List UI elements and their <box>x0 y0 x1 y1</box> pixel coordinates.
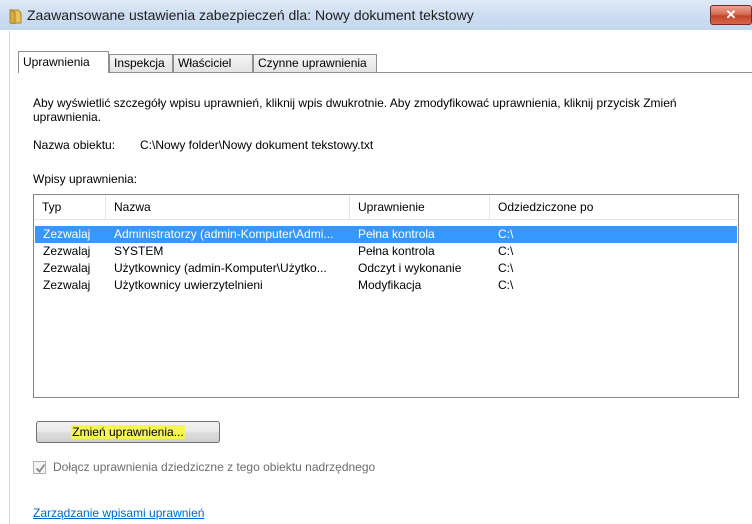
object-name-label: Nazwa obiektu: <box>33 138 116 152</box>
cell-permission: Pełna kontrola <box>358 227 435 241</box>
column-header-name[interactable]: Nazwa <box>106 195 350 219</box>
permission-entries-list[interactable]: Typ Nazwa Uprawnienie Odziedziczone po Z… <box>33 194 739 398</box>
table-row[interactable]: Zezwalaj Użytkownicy uwierzytelnieni Mod… <box>35 277 737 294</box>
cell-inherited: C:\ <box>498 278 514 292</box>
description-text: Aby wyświetlić szczegóły wpisu uprawnień… <box>33 96 677 124</box>
title-bar[interactable]: Zaawansowane ustawienia zabezpieczeń dla… <box>0 0 752 30</box>
cell-permission: Odczyt i wykonanie <box>358 261 462 275</box>
cell-permission: Pełna kontrola <box>358 244 435 258</box>
column-header-type[interactable]: Typ <box>34 195 106 219</box>
window-border <box>9 31 10 524</box>
cell-name: Administratorzy (admin-Komputer\Admi... <box>114 227 334 241</box>
cell-name: Użytkownicy (admin-Komputer\Użytko... <box>114 261 327 275</box>
cell-type: Zezwalaj <box>43 261 91 275</box>
tab-uprawnienia[interactable]: Uprawnienia <box>18 51 109 73</box>
inherit-permissions-checkbox[interactable] <box>33 461 46 474</box>
manage-entries-link[interactable]: Zarządzanie wpisami uprawnień <box>33 506 204 520</box>
cell-name: SYSTEM <box>114 244 164 258</box>
close-icon: ✕ <box>725 7 737 22</box>
checkmark-icon <box>35 463 46 473</box>
object-name-value: C:\Nowy folder\Nowy dokument tekstowy.tx… <box>140 138 374 152</box>
table-row[interactable]: Zezwalaj Administratorzy (admin-Komputer… <box>35 226 737 243</box>
object-name-row: Nazwa obiektu: C:\Nowy folder\Nowy dokum… <box>33 138 373 152</box>
cell-type: Zezwalaj <box>43 278 91 292</box>
change-permissions-label: Zmień uprawnienia... <box>71 425 185 439</box>
close-button[interactable]: ✕ <box>710 5 752 25</box>
cell-inherited: C:\ <box>498 227 514 241</box>
tab-czynne-uprawnienia[interactable]: Czynne uprawnienia <box>253 54 377 72</box>
table-row[interactable]: Zezwalaj SYSTEM Pełna kontrola C:\ <box>35 243 737 260</box>
cell-type: Zezwalaj <box>43 244 91 258</box>
tab-label: Czynne uprawnienia <box>258 56 367 70</box>
cell-type: Zezwalaj <box>43 227 91 241</box>
column-header-permission[interactable]: Uprawnienie <box>350 195 490 219</box>
entries-label: Wpisy uprawnienia: <box>33 172 138 186</box>
tab-wlasciciel[interactable]: Właściciel <box>173 54 253 72</box>
cell-permission: Modyfikacja <box>358 278 422 292</box>
window-title: Zaawansowane ustawienia zabezpieczeń dla… <box>27 7 474 23</box>
cell-inherited: C:\ <box>498 244 514 258</box>
cell-inherited: C:\ <box>498 261 514 275</box>
column-header-inherited[interactable]: Odziedziczone po <box>490 195 738 219</box>
change-permissions-button[interactable]: Zmień uprawnienia... <box>36 421 220 443</box>
tab-label: Uprawnienia <box>23 55 90 69</box>
list-header: Typ Nazwa Uprawnienie Odziedziczone po <box>34 195 738 220</box>
tab-inspekcja[interactable]: Inspekcja <box>109 54 173 72</box>
folder-icon <box>9 8 23 25</box>
tab-label: Inspekcja <box>114 56 165 70</box>
tab-label: Właściciel <box>178 56 232 70</box>
cell-name: Użytkownicy uwierzytelnieni <box>114 278 263 292</box>
inherit-permissions-label: Dołącz uprawnienia dziedziczne z tego ob… <box>53 460 376 474</box>
table-row[interactable]: Zezwalaj Użytkownicy (admin-Komputer\Uży… <box>35 260 737 277</box>
tab-divider <box>18 72 752 73</box>
